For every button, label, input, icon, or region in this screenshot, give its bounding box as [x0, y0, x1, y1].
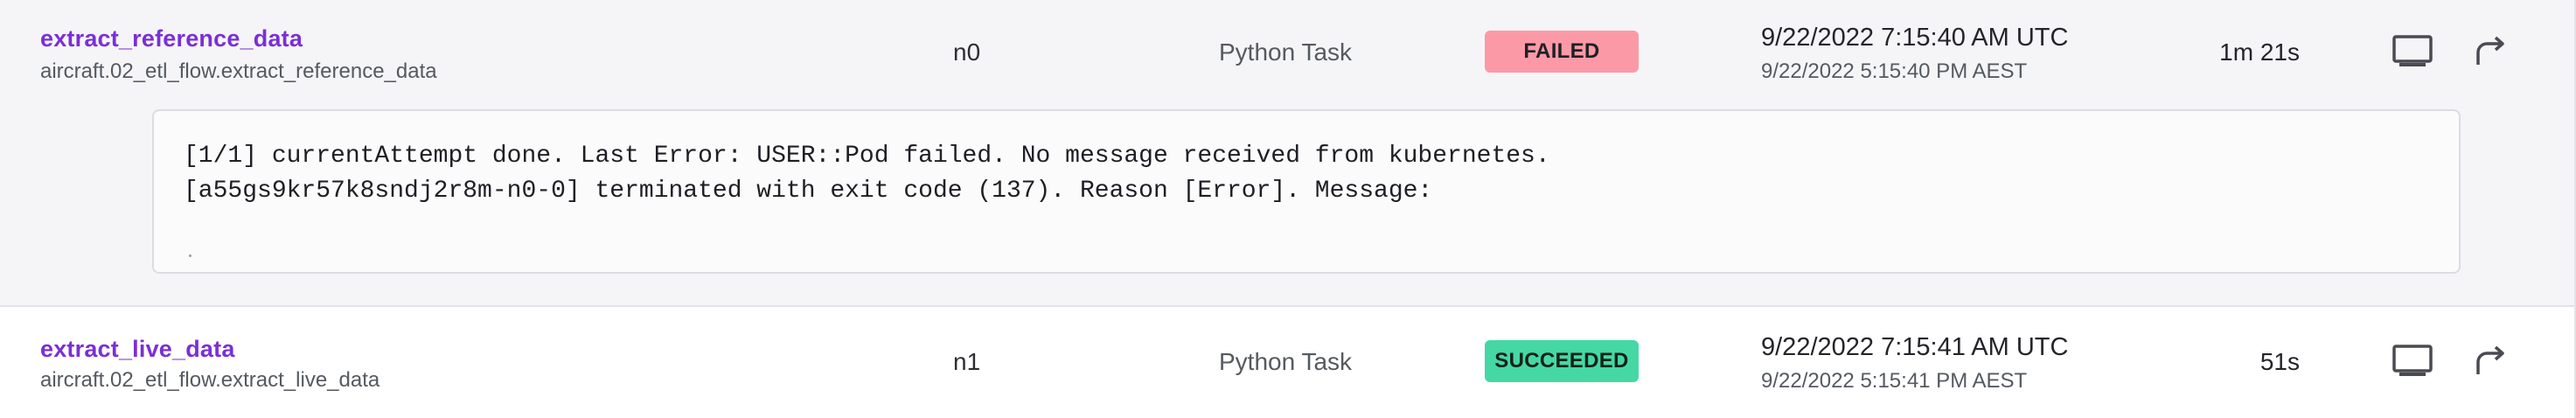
duration: 51s — [2259, 348, 2300, 375]
rerun-arrow-icon[interactable] — [2471, 343, 2510, 381]
task-type: Python Task — [1219, 348, 1353, 375]
node-name-link[interactable]: extract_live_data — [40, 336, 235, 363]
start-time-local: 9/22/2022 5:15:40 PM AEST — [1761, 59, 2028, 83]
duration: 1m 21s — [2219, 38, 2300, 66]
error-overflow-dot — [189, 254, 191, 257]
start-time-local: 9/22/2022 5:15:41 PM AEST — [1761, 369, 2028, 393]
table-row-extract-live-data[interactable]: extract_live_data aircraft.02_etl_flow.e… — [0, 307, 2576, 418]
status-badge-succeeded: SUCCEEDED — [1485, 340, 1639, 382]
node-full-name: aircraft.02_etl_flow.extract_live_data — [40, 368, 380, 392]
table-row-extract-reference-data[interactable]: extract_reference_data aircraft.02_etl_f… — [0, 0, 2576, 307]
node-id: n1 — [953, 348, 981, 375]
task-type: Python Task — [1219, 38, 1353, 66]
node-full-name: aircraft.02_etl_flow.extract_reference_d… — [40, 59, 437, 83]
node-executions-table: extract_reference_data aircraft.02_etl_f… — [0, 0, 2576, 418]
rerun-arrow-icon[interactable] — [2471, 33, 2510, 72]
error-line: [a55gs9kr57k8sndj2r8m-n0-0] terminated w… — [184, 178, 1433, 205]
monitor-icon[interactable] — [2391, 33, 2434, 72]
status-badge-failed: FAILED — [1485, 31, 1639, 73]
monitor-icon[interactable] — [2391, 343, 2434, 381]
error-message-box: [1/1] currentAttempt done. Last Error: U… — [152, 109, 2461, 274]
node-name-link[interactable]: extract_reference_data — [40, 25, 303, 52]
start-time-utc: 9/22/2022 7:15:40 AM UTC — [1761, 24, 2069, 52]
start-time-utc: 9/22/2022 7:15:41 AM UTC — [1761, 333, 2069, 361]
node-id: n0 — [953, 38, 981, 66]
error-line: [1/1] currentAttempt done. Last Error: U… — [184, 143, 1550, 170]
